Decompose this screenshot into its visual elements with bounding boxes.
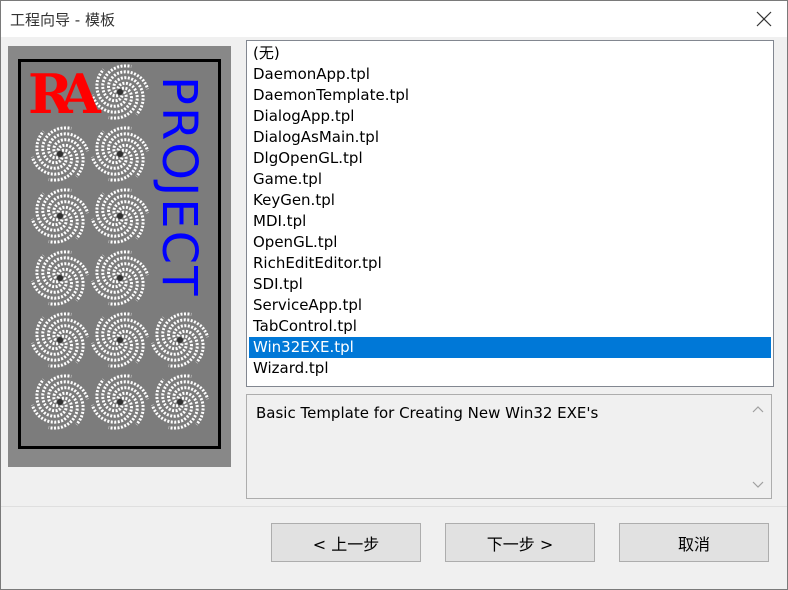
cancel-button[interactable]: 取消 bbox=[619, 523, 769, 562]
template-list-item[interactable]: SDI.tpl bbox=[249, 274, 771, 295]
template-list-item[interactable]: DaemonTemplate.tpl bbox=[249, 85, 771, 106]
swirl-tile-icon bbox=[90, 64, 150, 120]
project-banner-image: RA PROJECT bbox=[8, 46, 231, 467]
template-list-item[interactable]: RichEditEditor.tpl bbox=[249, 253, 771, 274]
template-list-item[interactable]: DialogApp.tpl bbox=[249, 106, 771, 127]
swirl-tile-icon bbox=[30, 374, 90, 430]
template-list-item[interactable]: Game.tpl bbox=[249, 169, 771, 190]
swirl-tile-icon bbox=[90, 250, 150, 306]
title-bar: 工程向导 - 模板 bbox=[1, 1, 787, 37]
swirl-tile-icon bbox=[150, 312, 210, 368]
template-list-item[interactable]: DlgOpenGL.tpl bbox=[249, 148, 771, 169]
banner-frame: RA PROJECT bbox=[18, 59, 221, 449]
template-list-item[interactable]: OpenGL.tpl bbox=[249, 232, 771, 253]
description-text: Basic Template for Creating New Win32 EX… bbox=[256, 404, 599, 422]
next-button[interactable]: 下一步 > bbox=[445, 523, 595, 562]
swirl-tile-icon bbox=[30, 126, 90, 182]
template-list-item[interactable]: Win32EXE.tpl bbox=[249, 337, 771, 358]
wizard-window: 工程向导 - 模板 RA PROJECT (无) DaemonApp.tpl Dae… bbox=[0, 0, 788, 590]
template-list-item[interactable]: MDI.tpl bbox=[249, 211, 771, 232]
chevron-down-icon[interactable] bbox=[751, 477, 765, 491]
swirl-tile-icon bbox=[30, 312, 90, 368]
ra-logo: RA bbox=[28, 62, 101, 126]
button-divider bbox=[1, 506, 787, 507]
swirl-tile-icon bbox=[30, 188, 90, 244]
template-list-item[interactable]: ServiceApp.tpl bbox=[249, 295, 771, 316]
template-listbox[interactable]: (无) DaemonApp.tpl DaemonTemplate.tpl Dialog… bbox=[246, 40, 774, 387]
project-vertical-text: PROJECT bbox=[151, 76, 207, 298]
swirl-tile-icon bbox=[90, 374, 150, 430]
swirl-tile-icon bbox=[30, 250, 90, 306]
template-list-item[interactable]: Wizard.tpl bbox=[249, 358, 771, 379]
swirl-tile-icon bbox=[90, 312, 150, 368]
template-list-item[interactable]: KeyGen.tpl bbox=[249, 190, 771, 211]
back-button[interactable]: < 上一步 bbox=[271, 523, 421, 562]
close-icon bbox=[756, 11, 772, 27]
swirl-tile-icon bbox=[90, 188, 150, 244]
window-title: 工程向导 - 模板 bbox=[10, 11, 115, 29]
template-list-item[interactable]: DialogAsMain.tpl bbox=[249, 127, 771, 148]
chevron-up-icon[interactable] bbox=[751, 403, 765, 417]
description-box[interactable]: Basic Template for Creating New Win32 EX… bbox=[246, 394, 772, 499]
swirl-tile-icon bbox=[90, 126, 150, 182]
template-list-item[interactable]: (无) bbox=[249, 43, 771, 64]
swirl-tile-icon bbox=[150, 374, 210, 430]
close-button[interactable] bbox=[741, 1, 787, 37]
template-list-item[interactable]: TabControl.tpl bbox=[249, 316, 771, 337]
template-list-item[interactable]: DaemonApp.tpl bbox=[249, 64, 771, 85]
